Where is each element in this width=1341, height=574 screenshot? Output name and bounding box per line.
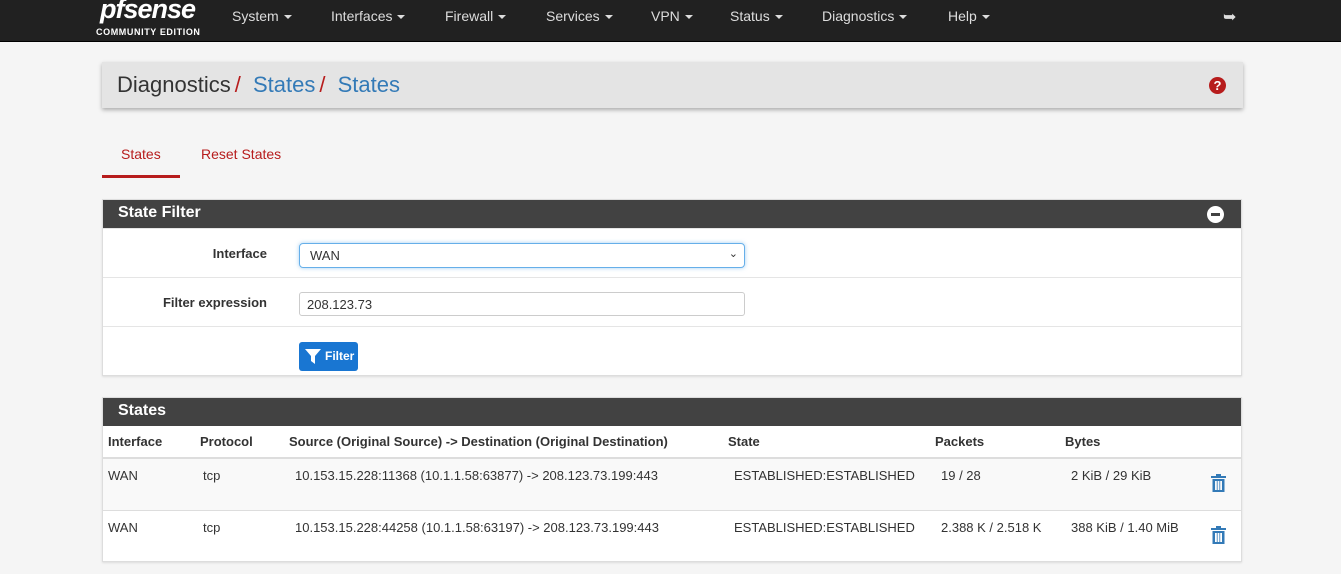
- filter-button-label: Filter: [325, 349, 355, 363]
- interface-row: Interface WAN ⌄: [103, 228, 1241, 277]
- tab-states[interactable]: States: [121, 146, 161, 162]
- filter-button[interactable]: Filter: [299, 342, 358, 371]
- col-actions: [1200, 426, 1241, 459]
- delete-state-button[interactable]: [1200, 457, 1241, 510]
- menu-label: System: [232, 8, 279, 24]
- col-bytes: Bytes: [1060, 426, 1200, 459]
- caret-icon: [981, 15, 990, 20]
- panel-title: States: [103, 398, 1241, 426]
- help-icon[interactable]: ?: [1209, 77, 1226, 94]
- col-state: State: [723, 426, 930, 459]
- tab-reset-states[interactable]: Reset States: [201, 146, 281, 162]
- cell-state: ESTABLISHED:ESTABLISHED: [723, 509, 930, 562]
- menu-label: VPN: [651, 8, 680, 24]
- pfsense-logo[interactable]: pfsense COMMUNITY EDITION: [96, 0, 206, 40]
- breadcrumb-diagnostics: Diagnostics: [117, 72, 231, 97]
- caret-icon: [498, 15, 507, 20]
- interface-label: Interface: [212, 246, 267, 261]
- table-row: WAN tcp 10.153.15.228:11368 (10.1.1.58:6…: [103, 457, 1241, 510]
- trash-icon: [1211, 474, 1226, 492]
- cell-bytes: 2 KiB / 29 KiB: [1060, 457, 1200, 510]
- menu-label: Services: [546, 8, 600, 24]
- breadcrumb: Diagnostics / States / States ?: [102, 62, 1243, 108]
- menu-interfaces[interactable]: Interfaces: [331, 8, 406, 24]
- filter-icon: [305, 349, 321, 364]
- menu-label: Help: [948, 8, 977, 24]
- filter-expression-label: Filter expression: [162, 295, 267, 310]
- menu-vpn[interactable]: VPN: [651, 8, 693, 24]
- caret-icon: [774, 15, 783, 20]
- collapse-icon[interactable]: [1207, 206, 1224, 223]
- caret-icon: [899, 15, 908, 20]
- menu-status[interactable]: Status: [730, 8, 783, 24]
- caret-icon: [397, 15, 406, 20]
- filter-expression-input[interactable]: 208.123.73: [299, 292, 745, 316]
- cell-interface: WAN: [103, 509, 195, 562]
- logo-edition: COMMUNITY EDITION: [96, 27, 201, 37]
- cell-source-destination: 10.153.15.228:11368 (10.1.1.58:63877) ->…: [284, 457, 723, 510]
- cell-packets: 2.388 K / 2.518 K: [930, 509, 1060, 562]
- cell-protocol: tcp: [195, 457, 284, 510]
- states-panel: States Interface Protocol Source (Origin…: [102, 397, 1242, 562]
- menu-firewall[interactable]: Firewall: [445, 8, 507, 24]
- trash-icon: [1211, 525, 1226, 544]
- cell-interface: WAN: [103, 457, 195, 510]
- menu-diagnostics[interactable]: Diagnostics: [822, 8, 908, 24]
- col-protocol: Protocol: [195, 426, 284, 459]
- col-packets: Packets: [930, 426, 1060, 459]
- menu-services[interactable]: Services: [546, 8, 613, 24]
- breadcrumb-states[interactable]: States: [253, 72, 315, 97]
- menu-system[interactable]: System: [232, 8, 292, 24]
- logout-icon[interactable]: ➥: [1223, 7, 1236, 27]
- menu-label: Diagnostics: [822, 8, 895, 24]
- menu-label: Interfaces: [331, 8, 393, 24]
- menu-label: Status: [730, 8, 770, 24]
- state-filter-panel: State Filter Interface WAN ⌄ Filter expre…: [102, 199, 1242, 376]
- cell-source-destination: 10.153.15.228:44258 (10.1.1.58:63197) ->…: [284, 509, 723, 562]
- logo-text: pfsense: [100, 0, 196, 24]
- active-tab-indicator: [102, 175, 180, 178]
- table-row: WAN tcp 10.153.15.228:44258 (10.1.1.58:6…: [103, 509, 1241, 562]
- caret-icon: [684, 15, 693, 20]
- cell-packets: 19 / 28: [930, 457, 1060, 510]
- navbar: pfsense COMMUNITY EDITION System Interfa…: [0, 0, 1341, 42]
- col-source-destination: Source (Original Source) -> Destination …: [284, 426, 723, 459]
- caret-icon: [604, 15, 613, 20]
- menu-help[interactable]: Help: [948, 8, 990, 24]
- caret-icon: [283, 15, 292, 20]
- interface-value: WAN: [310, 248, 340, 263]
- panel-title: State Filter: [103, 200, 1241, 228]
- button-row: Filter: [103, 326, 1241, 375]
- states-table: Interface Protocol Source (Original Sour…: [103, 426, 1241, 562]
- cell-protocol: tcp: [195, 509, 284, 562]
- menu-label: Firewall: [445, 8, 494, 24]
- cell-bytes: 388 KiB / 1.40 MiB: [1060, 509, 1200, 562]
- filter-expression-row: Filter expression 208.123.73: [103, 277, 1241, 326]
- cell-state: ESTABLISHED:ESTABLISHED: [723, 457, 930, 510]
- col-interface: Interface: [103, 426, 195, 459]
- interface-select[interactable]: WAN ⌄: [299, 243, 745, 268]
- delete-state-button[interactable]: [1200, 509, 1241, 562]
- breadcrumb-states-current[interactable]: States: [338, 72, 400, 97]
- chevron-down-icon: ⌄: [728, 248, 738, 260]
